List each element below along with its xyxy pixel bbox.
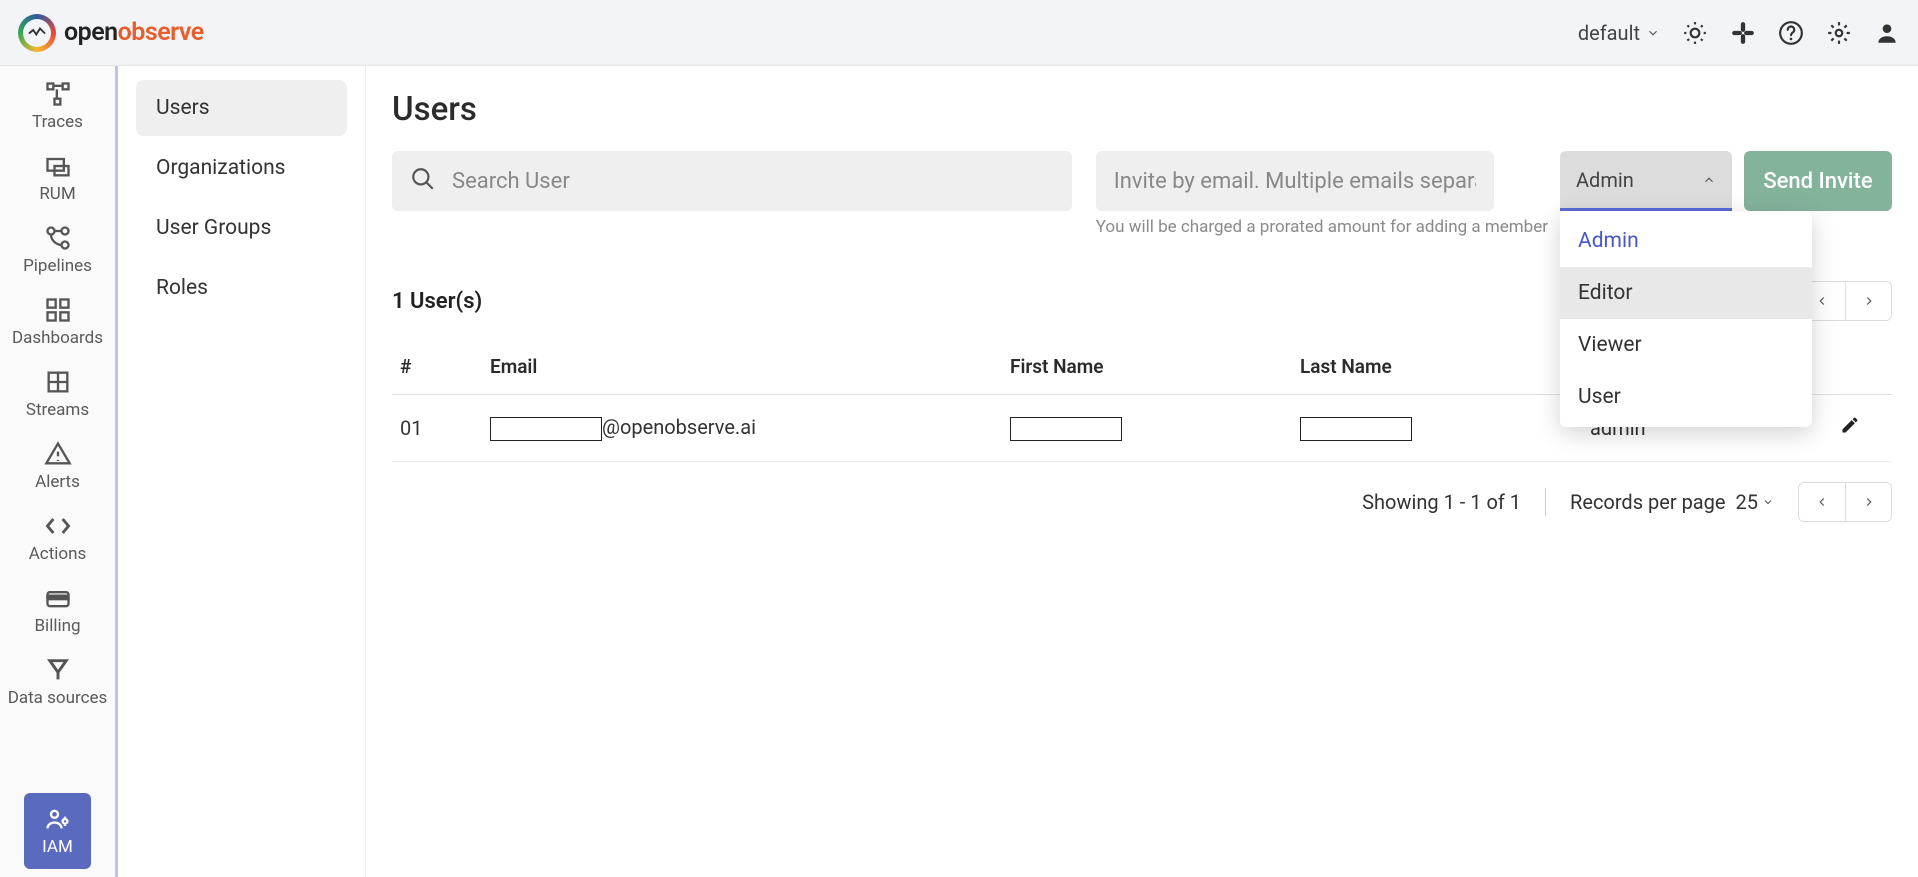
invite-email-input[interactable]: [1096, 151, 1494, 211]
iam-subnav: Users Organizations User Groups Roles: [118, 66, 366, 877]
theme-toggle-icon[interactable]: [1682, 20, 1708, 46]
help-icon[interactable]: [1778, 20, 1804, 46]
role-dropdown-menu: Admin Editor Viewer User: [1560, 211, 1812, 427]
role-option-editor[interactable]: Editor: [1560, 267, 1812, 319]
slack-icon[interactable]: [1730, 20, 1756, 46]
col-email: Email: [482, 339, 1002, 395]
nav-billing[interactable]: Billing: [0, 574, 115, 646]
col-first-name: First Name: [1002, 339, 1292, 395]
org-label: default: [1578, 21, 1640, 45]
nav-pipelines[interactable]: Pipelines: [0, 214, 115, 286]
nav-dashboards[interactable]: Dashboards: [0, 286, 115, 358]
subnav-organizations[interactable]: Organizations: [136, 140, 347, 196]
rpp-value[interactable]: 25: [1736, 490, 1774, 514]
rpp-label: Records per page: [1570, 490, 1725, 514]
pager-next[interactable]: [1845, 483, 1891, 521]
nav-datasources[interactable]: Data sources: [0, 646, 115, 718]
chevron-up-icon: [1702, 173, 1716, 187]
redacted-box: [1300, 417, 1412, 441]
top-bar: openobserve default: [0, 0, 1918, 66]
pager-next[interactable]: [1845, 282, 1891, 320]
redacted-box: [1010, 417, 1122, 441]
logo[interactable]: openobserve: [18, 14, 204, 52]
settings-icon[interactable]: [1826, 20, 1852, 46]
subnav-users[interactable]: Users: [136, 80, 347, 136]
role-option-user[interactable]: User: [1560, 371, 1812, 423]
pager-bottom: [1798, 482, 1892, 522]
nav-iam[interactable]: IAM: [24, 793, 91, 869]
nav-rum[interactable]: RUM: [0, 142, 115, 214]
send-invite-button[interactable]: Send Invite: [1744, 151, 1892, 211]
left-nav: Traces RUM Pipelines Dashboards Streams …: [0, 66, 118, 877]
role-option-admin[interactable]: Admin: [1560, 215, 1812, 267]
cell-index: 01: [392, 395, 482, 462]
user-count: 1 User(s): [392, 289, 482, 314]
charge-note: You will be charged a prorated amount fo…: [1096, 217, 1548, 237]
nav-alerts[interactable]: Alerts: [0, 430, 115, 502]
nav-streams[interactable]: Streams: [0, 358, 115, 430]
user-avatar-icon[interactable]: [1874, 20, 1900, 46]
org-selector[interactable]: default: [1578, 21, 1660, 45]
cell-email: @openobserve.ai: [482, 395, 1002, 462]
table-footer: Showing 1 - 1 of 1 Records per page 25: [392, 482, 1892, 522]
pager-top: [1798, 281, 1892, 321]
nav-actions[interactable]: Actions: [0, 502, 115, 574]
edit-icon[interactable]: [1840, 416, 1860, 440]
nav-traces[interactable]: Traces: [0, 70, 115, 142]
logo-ring-icon: [18, 14, 56, 52]
cell-last-name: [1292, 395, 1582, 462]
search-input[interactable]: [392, 151, 1072, 211]
subnav-user-groups[interactable]: User Groups: [136, 200, 347, 256]
showing-text: Showing 1 - 1 of 1: [1362, 490, 1521, 514]
pager-prev[interactable]: [1799, 483, 1845, 521]
role-select[interactable]: Admin Admin Editor Viewer User: [1560, 151, 1732, 211]
redacted-box: [490, 417, 602, 441]
chevron-down-icon: [1646, 26, 1660, 40]
col-index: #: [392, 339, 482, 395]
chevron-down-icon: [1762, 496, 1774, 508]
page-title: Users: [392, 90, 1892, 129]
logo-text: openobserve: [64, 18, 204, 47]
role-option-viewer[interactable]: Viewer: [1560, 319, 1812, 371]
col-last-name: Last Name: [1292, 339, 1582, 395]
role-select-value: Admin: [1576, 168, 1634, 192]
subnav-roles[interactable]: Roles: [136, 260, 347, 316]
search-icon: [410, 166, 436, 196]
cell-first-name: [1002, 395, 1292, 462]
main-content: Users You will be charged a prorated amo…: [366, 66, 1918, 877]
